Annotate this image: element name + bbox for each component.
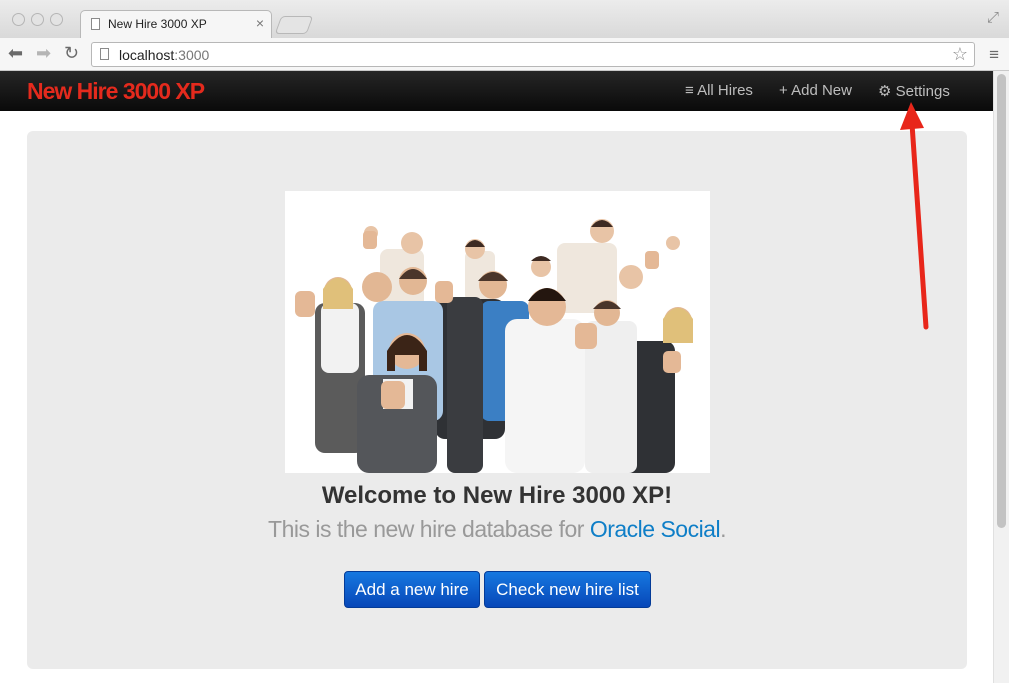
url-host: localhost — [119, 47, 175, 63]
team-thumbs-up-photo — [285, 191, 710, 473]
fullscreen-icon[interactable]: ⤢ — [987, 9, 999, 26]
forward-icon[interactable]: ➡ — [36, 43, 51, 64]
back-icon[interactable]: ⬅ — [8, 43, 23, 64]
scrollbar-thumb[interactable] — [997, 74, 1006, 528]
nav-settings[interactable]: ⚙ Settings — [878, 82, 950, 100]
browser-tab[interactable]: New Hire 3000 XP × — [80, 10, 272, 38]
page-scrollbar[interactable] — [993, 71, 1009, 683]
new-tab-button[interactable] — [274, 16, 314, 34]
address-bar[interactable]: localhost:3000 ☆ — [91, 42, 975, 67]
nav-all-hires[interactable]: ≡ All Hires — [685, 82, 753, 99]
brand-logo[interactable]: New Hire 3000 XP — [27, 78, 205, 105]
browser-toolbar: ⬅ ➡ ↻ localhost:3000 ☆ ≡ — [0, 38, 1009, 71]
subtext-intro: This is the new hire database for — [268, 516, 590, 542]
minimize-window-button[interactable] — [31, 13, 44, 26]
check-hire-list-button[interactable]: Check new hire list — [484, 571, 651, 608]
hero-unit: Welcome to New Hire 3000 XP! This is the… — [27, 131, 967, 669]
page-viewport: New Hire 3000 XP ≡ All Hires + Add New ⚙… — [0, 71, 993, 683]
url-text: localhost:3000 — [119, 47, 209, 63]
welcome-heading: Welcome to New Hire 3000 XP! — [321, 482, 673, 509]
reload-icon[interactable]: ↻ — [64, 43, 79, 64]
nav-add-new[interactable]: + Add New — [779, 82, 852, 99]
tab-title: New Hire 3000 XP — [108, 17, 207, 31]
subtext-period: . — [720, 516, 726, 542]
browser-titlebar: New Hire 3000 XP × ⤢ — [0, 0, 1009, 38]
page-icon — [91, 18, 100, 30]
url-port: :3000 — [174, 47, 210, 63]
close-window-button[interactable] — [12, 13, 25, 26]
tab-close-icon[interactable]: × — [256, 15, 264, 31]
oracle-social-link[interactable]: Oracle Social — [590, 516, 721, 542]
browser-menu-icon[interactable]: ≡ — [989, 45, 999, 65]
zoom-window-button[interactable] — [50, 13, 63, 26]
add-new-hire-button[interactable]: Add a new hire — [344, 571, 480, 608]
site-navbar: New Hire 3000 XP ≡ All Hires + Add New ⚙… — [0, 71, 993, 111]
welcome-subtext: This is the new hire database for Oracle… — [27, 516, 967, 543]
page-icon — [100, 48, 109, 60]
bookmark-star-icon[interactable]: ☆ — [952, 44, 968, 65]
